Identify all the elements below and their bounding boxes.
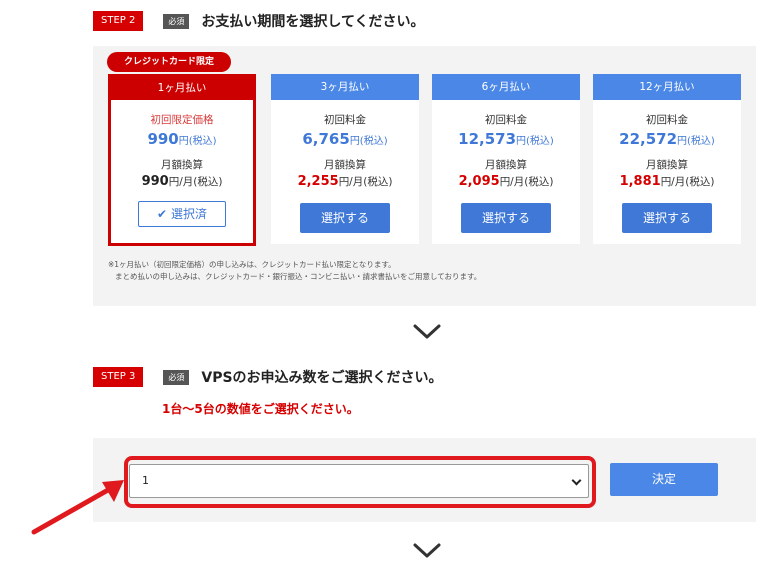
payment-note-line-2: まとめ払いの申し込みは、クレジットカード・銀行振込・コンビニ払い・請求書払いをご…: [115, 272, 482, 281]
chevron-down-icon: [571, 475, 582, 486]
plan-monthly-price: 2,095円/月(税込): [458, 174, 554, 189]
plan-period: 1ヶ月払い: [111, 77, 253, 100]
step3-title: VPSのお申込み数をご選択ください。: [201, 370, 443, 386]
plan-price: 22,572円(税込): [619, 130, 715, 148]
quantity-select-value: 1: [142, 474, 149, 487]
decide-button[interactable]: 決定: [610, 463, 718, 496]
plan-monthly-label: 月額換算: [324, 159, 366, 171]
plan-period: 12ヶ月払い: [593, 74, 741, 100]
plan-monthly-price: 1,881円/月(税込): [619, 174, 715, 189]
step3-badge: STEP 3: [93, 367, 144, 387]
step3-subtitle: 1台～5台の数値をご選択ください。: [162, 402, 359, 416]
credit-card-only-tag: クレジットカード限定: [107, 52, 231, 72]
plan-price: 990円(税込): [147, 130, 217, 148]
plan-selected-button[interactable]: ✔ 選択済: [138, 201, 226, 227]
check-icon: ✔: [156, 207, 168, 221]
plan-period: 6ヶ月払い: [432, 74, 580, 100]
plan-card-1-month[interactable]: 1ヶ月払い 初回限定価格 990円(税込) 月額換算 990円/月(税込) ✔ 選…: [108, 74, 256, 246]
chevron-down-icon: [413, 324, 441, 339]
payment-note-line-1: ※1ヶ月払い（初回限定価格）の申し込みは、クレジットカード払い限定となります。: [108, 260, 396, 269]
plan-monthly-price: 2,255円/月(税込): [297, 174, 393, 189]
step2-required-badge: 必須: [163, 13, 190, 29]
plan-card-6-month[interactable]: 6ヶ月払い 初回料金 12,573円(税込) 月額換算 2,095円/月(税込)…: [432, 74, 580, 244]
plan-select-button[interactable]: 選択する: [300, 203, 390, 233]
step3-header: STEP 3 必須 VPSのお申込み数をご選択ください。: [93, 367, 443, 387]
plan-price-label: 初回料金: [646, 114, 688, 126]
plan-monthly-price: 990円/月(税込): [141, 174, 223, 189]
plan-price: 6,765円(税込): [302, 130, 388, 148]
plan-select-button[interactable]: 選択する: [461, 203, 551, 233]
plan-price: 12,573円(税込): [458, 130, 554, 148]
chevron-down-icon: [413, 543, 441, 558]
plan-card-12-month[interactable]: 12ヶ月払い 初回料金 22,572円(税込) 月額換算 1,881円/月(税込…: [593, 74, 741, 244]
step2-title: お支払い期間を選択してください。: [201, 14, 425, 30]
step2-badge: STEP 2: [93, 11, 144, 31]
step2-header: STEP 2 必須 お支払い期間を選択してください。: [93, 11, 425, 31]
plan-card-3-month[interactable]: 3ヶ月払い 初回料金 6,765円(税込) 月額換算 2,255円/月(税込) …: [271, 74, 419, 244]
plan-period: 3ヶ月払い: [271, 74, 419, 100]
plan-monthly-label: 月額換算: [646, 159, 688, 171]
plan-price-label: 初回限定価格: [150, 114, 214, 126]
plan-monthly-label: 月額換算: [161, 159, 203, 171]
arrow-pointer-icon: [31, 480, 124, 535]
plan-select-button[interactable]: 選択する: [622, 203, 712, 233]
payment-note: ※1ヶ月払い（初回限定価格）の申し込みは、クレジットカード払い限定となります。 …: [108, 259, 481, 283]
plan-monthly-label: 月額換算: [485, 159, 527, 171]
plan-price-label: 初回料金: [485, 114, 527, 126]
quantity-select[interactable]: 1: [129, 464, 589, 498]
plan-price-label: 初回料金: [324, 114, 366, 126]
step3-required-badge: 必須: [163, 369, 190, 385]
